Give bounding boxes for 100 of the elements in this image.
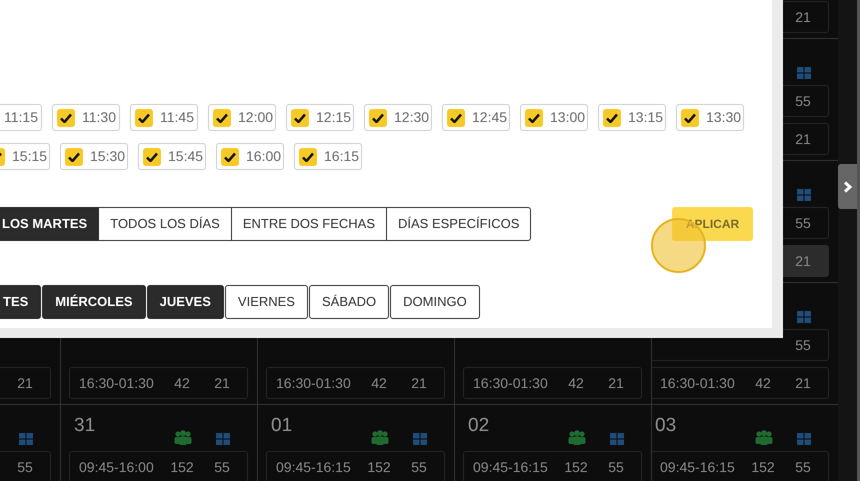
slot-box[interactable]: 09:45-16:00 152 55 — [69, 451, 248, 481]
time-range: 16:30-01:30 — [78, 374, 155, 392]
slot-box[interactable]: 16:30-01:30 42 21 — [652, 367, 829, 399]
slot-count: 55 — [795, 336, 811, 354]
slot-box[interactable]: 09:45-16:15 152 55 — [266, 451, 445, 481]
weekday-toggle[interactable]: DOMINGO — [390, 285, 480, 319]
people-icon — [568, 430, 586, 445]
checkbox[interactable] — [221, 148, 239, 166]
repeat-option-tab[interactable]: LOS MARTES — [0, 207, 100, 241]
checkmark-icon — [146, 152, 158, 162]
grid-icon — [216, 433, 230, 445]
time-chip[interactable]: 11:15 — [0, 104, 42, 131]
time-range: 09:45-16:15 — [275, 458, 352, 476]
checkbox[interactable] — [369, 108, 387, 126]
time-chip[interactable]: 12:45 — [442, 104, 510, 131]
day-number: 31 — [73, 415, 96, 437]
checkbox[interactable] — [57, 108, 75, 126]
slot-count: 21 — [795, 252, 811, 270]
weekday-toggle[interactable]: VIERNES — [224, 285, 308, 319]
slot-count: 42 — [174, 374, 190, 392]
time-chip[interactable]: 13:00 — [520, 104, 588, 131]
time-chip[interactable]: 12:15 — [286, 104, 354, 131]
slot-count: 42 — [568, 374, 584, 392]
scrollbar[interactable] — [857, 0, 860, 481]
slot-count: 21 — [214, 374, 230, 392]
people-icon — [755, 430, 773, 445]
slot-box[interactable]: 16:30-01:30 42 21 — [266, 367, 445, 399]
checkbox[interactable] — [299, 148, 317, 166]
time-range: 09:45-16:00 — [78, 458, 155, 476]
checkmark-icon — [60, 112, 72, 122]
checkmark-icon — [294, 112, 306, 122]
grid-icon — [610, 433, 624, 445]
slot-box[interactable]: 21 — [0, 367, 51, 399]
slot-count: 55 — [214, 458, 230, 476]
checkmark-icon — [302, 152, 314, 162]
checkmark-icon — [216, 112, 228, 122]
slot-count: 152 — [170, 458, 194, 476]
grid-icon — [19, 433, 33, 445]
chevron-right-icon — [842, 180, 852, 192]
checkbox[interactable] — [603, 108, 621, 126]
slot-count: 55 — [795, 458, 811, 476]
checkbox[interactable] — [135, 108, 153, 126]
grid-icon — [413, 433, 427, 445]
repeat-option-tab[interactable]: ENTRE DOS FECHAS — [232, 207, 387, 241]
checkbox[interactable] — [143, 148, 161, 166]
checkbox[interactable] — [291, 108, 309, 126]
slot-count: 152 — [367, 458, 391, 476]
slot-box[interactable]: 09:45-16:15 152 55 — [652, 451, 829, 481]
checkmark-icon — [224, 152, 236, 162]
slot-count: 55 — [411, 458, 427, 476]
slot-count: 55 — [608, 458, 624, 476]
weekday-toggle[interactable]: MIÉRCOLES — [42, 285, 146, 319]
time-chip[interactable]: 12:00 — [208, 104, 276, 131]
slot-box[interactable]: 09:45-16:15 152 55 — [463, 451, 642, 481]
weekday-toggle[interactable]: JUEVES — [146, 285, 224, 319]
slot-count: 42 — [755, 374, 771, 392]
weekday-toggle[interactable]: TES — [0, 285, 42, 319]
checkbox[interactable] — [65, 148, 83, 166]
checkmark-icon — [68, 152, 80, 162]
time-range: 16:30-01:30 — [275, 374, 352, 392]
repeat-option-tab[interactable]: DÍAS ESPECÍFICOS — [387, 207, 532, 241]
slot-count: 21 — [17, 374, 33, 392]
grid-icon — [797, 189, 811, 201]
checkmark-icon — [684, 112, 696, 122]
slot-count: 152 — [751, 458, 775, 476]
repeat-option-tab[interactable]: TODOS LOS DÍAS — [99, 207, 232, 241]
time-range: 16:30-01:30 — [472, 374, 549, 392]
collapse-tab[interactable] — [838, 164, 857, 209]
day-number: 02 — [467, 415, 490, 437]
slot-box[interactable]: 55 — [0, 451, 51, 481]
checkmark-icon — [372, 112, 384, 122]
checkbox[interactable] — [213, 108, 231, 126]
day-number: 03 — [654, 415, 678, 437]
people-icon — [371, 430, 389, 445]
time-chip[interactable]: 13:15 — [598, 104, 666, 131]
time-chip[interactable]: 11:30 — [52, 104, 120, 131]
time-chip[interactable]: 15:15 — [0, 143, 50, 170]
slot-count: 152 — [564, 458, 588, 476]
weekday-toggle[interactable]: SÁBADO — [308, 285, 390, 319]
slot-count: 21 — [411, 374, 427, 392]
time-chip[interactable]: 15:45 — [138, 143, 206, 170]
time-range: 09:45-16:15 — [659, 458, 736, 476]
slot-box[interactable]: 16:30-01:30 42 21 — [463, 367, 642, 399]
time-chip[interactable]: 11:45 — [130, 104, 198, 131]
time-chip[interactable]: 16:00 — [216, 143, 284, 170]
day-number: 01 — [270, 415, 294, 437]
checkmark-icon — [528, 112, 540, 122]
time-chip[interactable]: 12:30 — [364, 104, 432, 131]
time-chip[interactable]: 15:30 — [60, 143, 128, 170]
checkmark-icon — [606, 112, 618, 122]
checkbox[interactable] — [525, 108, 543, 126]
checkbox[interactable] — [447, 108, 465, 126]
time-chip[interactable]: 16:15 — [294, 143, 362, 170]
apply-button[interactable]: APLICAR — [672, 207, 753, 241]
checkbox[interactable] — [681, 108, 699, 126]
time-chip[interactable]: 13:30 — [676, 104, 744, 131]
slot-box[interactable]: 16:30-01:30 42 21 — [69, 367, 248, 399]
slot-count: 55 — [795, 214, 811, 232]
slot-count: 21 — [795, 374, 811, 392]
grid-icon — [797, 433, 811, 445]
